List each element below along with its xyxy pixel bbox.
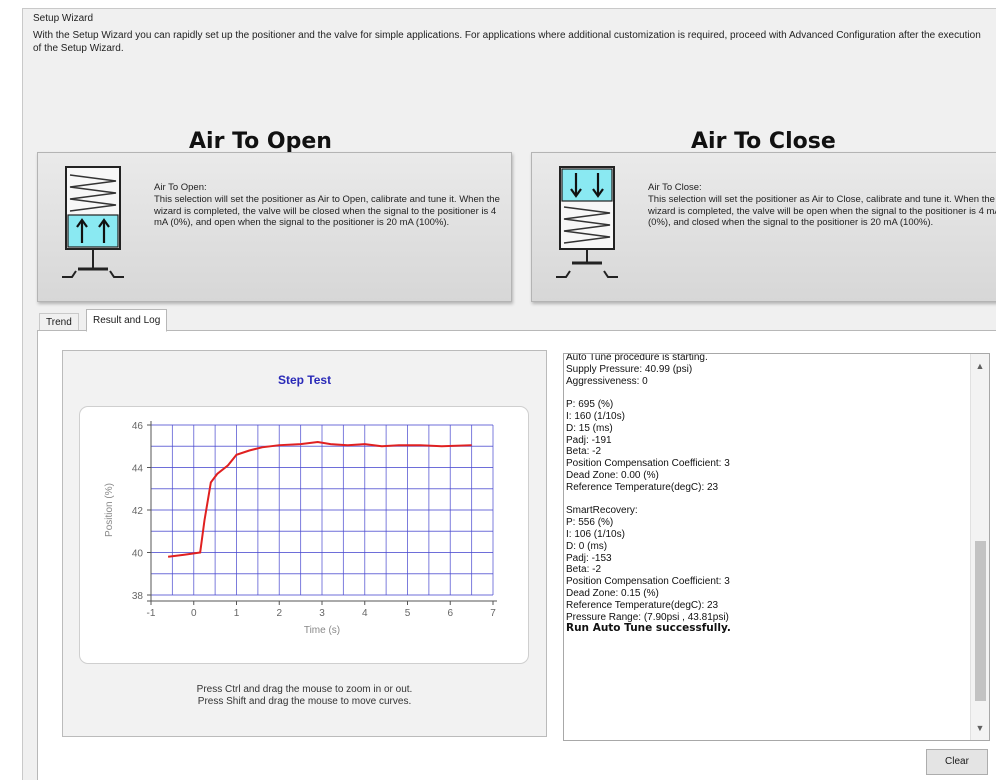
wizard-intro: With the Setup Wizard you can rapidly se… <box>33 30 981 54</box>
x-tick-label: 2 <box>276 608 282 619</box>
y-tick-label: 46 <box>132 421 144 432</box>
step-test-chart-box: Step Test -1 0 1 2 3 4 5 6 7 38 40 42 44 46 Time (s) Po… <box>62 350 547 737</box>
x-tick-label: 1 <box>234 608 240 619</box>
tab-trend[interactable]: Trend <box>39 313 79 331</box>
group-title: Setup Wizard <box>33 13 94 24</box>
x-tick-label: 3 <box>319 608 325 619</box>
air-to-close-title: Air To Close: <box>648 182 702 193</box>
scrollbar-thumb[interactable] <box>975 541 986 701</box>
x-axis-label: Time (s) <box>304 625 340 636</box>
air-to-open-header: Air To Open <box>189 129 332 154</box>
clear-button[interactable]: Clear <box>926 749 988 775</box>
y-tick-label: 44 <box>132 464 144 475</box>
log-body: Auto Tune procedure is starting. Supply … <box>566 353 730 623</box>
y-tick-label: 42 <box>132 506 144 517</box>
air-to-close-button[interactable]: Air To Close: This selection will set th… <box>531 152 996 302</box>
log-final-line: Run Auto Tune successfully. <box>566 622 731 635</box>
air-to-open-title: Air To Open: <box>154 182 207 193</box>
scroll-up-icon[interactable]: ▲ <box>971 358 989 374</box>
x-tick-label: 4 <box>362 608 368 619</box>
x-tick-label: 5 <box>405 608 411 619</box>
x-tick-label: -1 <box>147 608 156 619</box>
air-to-open-button[interactable]: Air To Open: This selection will set the… <box>37 152 512 302</box>
plot-area[interactable]: -1 0 1 2 3 4 5 6 7 38 40 42 44 46 Time (s) Position (%) <box>79 406 529 664</box>
air-to-close-header: Air To Close <box>691 129 836 154</box>
y-tick-label: 40 <box>132 549 144 560</box>
x-tick-label: 6 <box>447 608 453 619</box>
log-text: Auto Tune procedure is starting. Supply … <box>566 353 966 635</box>
y-axis-label: Position (%) <box>104 483 115 537</box>
log-scrollbar[interactable]: ▲ ▼ <box>970 354 989 740</box>
step-response-line <box>167 440 472 558</box>
result-and-log-panel: Step Test -1 0 1 2 3 4 5 6 7 38 40 42 44 46 Time (s) Po… <box>37 330 996 780</box>
air-to-open-valve-icon <box>60 163 126 286</box>
x-tick-label: 7 <box>490 608 496 619</box>
setup-wizard-panel: Setup Wizard With the Setup Wizard you c… <box>22 8 996 780</box>
tab-result-and-log[interactable]: Result and Log <box>86 309 168 332</box>
step-test-chart: -1 0 1 2 3 4 5 6 7 38 40 42 44 46 Time (s) Position (%) <box>104 421 497 636</box>
y-tick-label: 38 <box>132 591 144 602</box>
chart-title: Step Test <box>277 373 332 387</box>
scroll-down-icon[interactable]: ▼ <box>971 720 989 736</box>
air-to-close-valve-icon <box>554 163 620 286</box>
log-box: Auto Tune procedure is starting. Supply … <box>563 353 990 741</box>
air-to-open-description: This selection will set the positioner a… <box>154 194 500 228</box>
x-tick-label: 0 <box>191 608 197 619</box>
air-to-close-description: This selection will set the positioner a… <box>648 194 996 228</box>
chart-hint: Press Ctrl and drag the mouse to zoom in… <box>196 684 413 707</box>
